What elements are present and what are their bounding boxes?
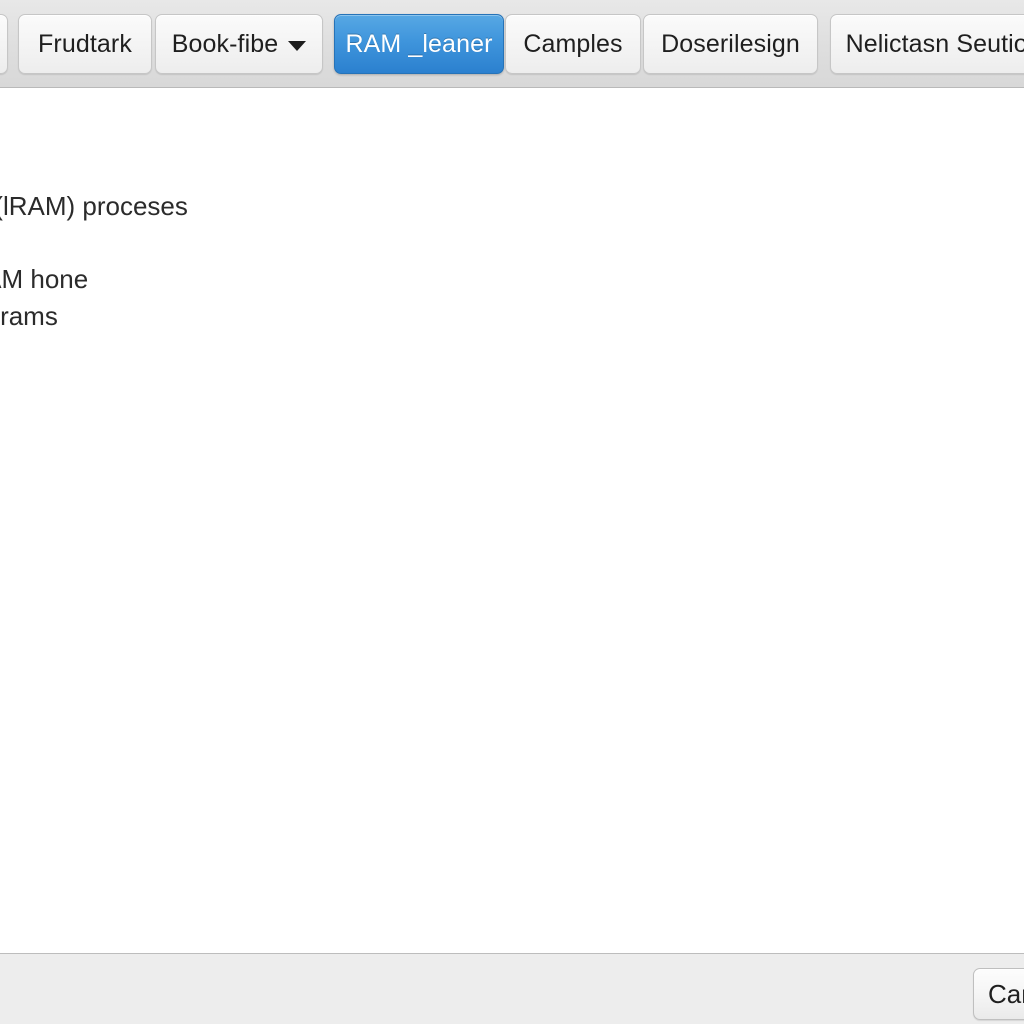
tab-label: Book-fibe: [171, 29, 279, 58]
tab-label: RAM _leaner: [345, 29, 493, 58]
tab-label: Frudtark: [38, 29, 132, 58]
tab-book-fibe[interactable]: Book-fibe: [155, 14, 323, 74]
tab-label: Nelictasn Seutionc: [845, 29, 1024, 58]
tab-doserilesign[interactable]: Doserilesign: [643, 14, 818, 74]
cancel-button[interactable]: Cancel: [973, 968, 1024, 1020]
footer-bar: Cancel: [0, 953, 1024, 1024]
tab-label: Doserilesign: [661, 29, 800, 58]
tab-camples[interactable]: Camples: [505, 14, 641, 74]
feature-text-line: oces on (lRAM) proceses: [0, 191, 188, 221]
tab-frudtark[interactable]: Frudtark: [18, 14, 152, 74]
content-panel: ser oces on (lRAM) proceses lees you les…: [0, 88, 1024, 953]
tab-strip: Frudtark Book-fibe RAM _leaner Camples D…: [0, 0, 1024, 88]
tab-partial-left[interactable]: [0, 14, 8, 74]
feature-text-line: rtup programs: [0, 301, 58, 331]
chevron-down-icon: [288, 40, 307, 51]
tab-label: Camples: [523, 29, 623, 58]
feature-text-line: les to RAM hone: [0, 264, 89, 294]
application-window: Frudtark Book-fibe RAM _leaner Camples D…: [0, 0, 1024, 1024]
tab-nelictasn-seutionc[interactable]: Nelictasn Seutionc: [830, 14, 1024, 74]
cancel-button-label: Cancel: [988, 978, 1024, 1009]
tab-ram-cleaner[interactable]: RAM _leaner: [334, 14, 504, 74]
